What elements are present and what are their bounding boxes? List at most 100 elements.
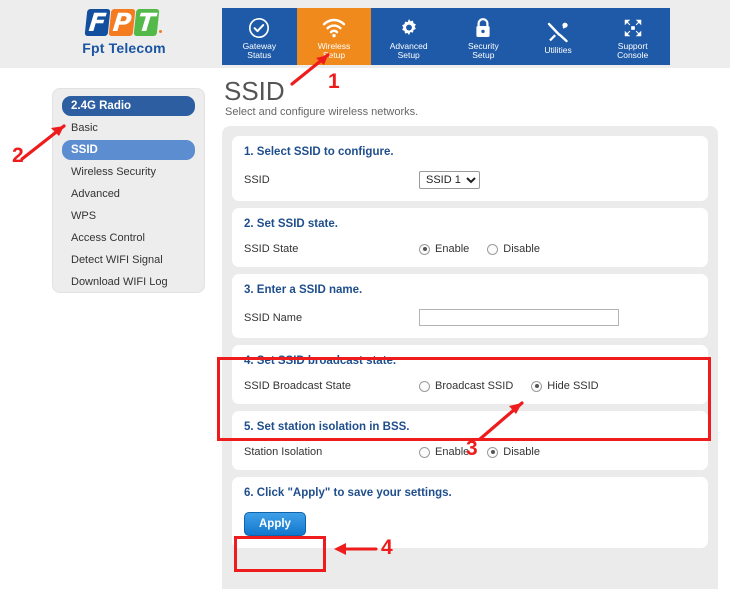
sidebar-item-wireless-security[interactable]: Wireless Security — [62, 162, 195, 182]
sidebar-item-24g-radio[interactable]: 2.4G Radio — [62, 96, 195, 116]
radio-dot-icon — [487, 243, 499, 255]
nav-label-line1: Utilities — [544, 45, 572, 56]
nav-tab-wireless-setup[interactable]: Wireless Setup — [296, 8, 372, 65]
ssid-state-radios: Enable Disable — [419, 243, 540, 255]
section-title: 5. Set station isolation in BSS. — [244, 421, 410, 433]
ssid-broadcast-radios: Broadcast SSID Hide SSID — [419, 380, 599, 392]
nav-tab-security-setup[interactable]: Security Setup — [446, 8, 521, 65]
nav-label-line2: Setup — [397, 50, 420, 60]
nav-tab-label: Support Console — [617, 40, 649, 61]
support-icon — [622, 17, 644, 39]
nav-label-line1: Wireless — [317, 40, 351, 51]
settings-panel: 1. Select SSID to configure. SSID SSID 1… — [222, 126, 718, 589]
nav-tab-label: Utilities — [544, 46, 571, 56]
radio-label: Disable — [503, 243, 540, 255]
ssid-state-label: SSID State — [244, 243, 299, 255]
radio-dot-icon — [419, 446, 430, 458]
page-title: SSID — [224, 76, 285, 106]
logo-letters: F P T — [76, 6, 172, 37]
nav-tab-label: Gateway Status — [242, 40, 277, 61]
radio-label: Broadcast SSID — [435, 380, 514, 392]
radio-label: Enable — [435, 243, 470, 255]
radio-ssid-state-enable[interactable]: Enable — [419, 243, 469, 255]
section-title: 4. Set SSID broadcast state. — [244, 355, 397, 367]
radio-dot-icon — [419, 380, 430, 392]
section-title: 6. Click "Apply" to save your settings. — [244, 487, 452, 499]
sidebar-item-download-wifi-log[interactable]: Download WIFI Log — [62, 272, 195, 292]
radio-station-isolation-disable[interactable]: Disable — [487, 446, 540, 458]
ssid-select-wrap: SSID 1 — [419, 171, 480, 189]
nav-label-line2: Setup — [322, 50, 346, 60]
nav-tab-support-console[interactable]: Support Console — [595, 8, 670, 65]
main-navigation: Gateway Status Wireless Setup Advanced Setu… — [222, 8, 670, 65]
gear-icon — [398, 17, 420, 39]
section-title: 1. Select SSID to configure. — [244, 146, 394, 158]
nav-label-line2: Setup — [472, 50, 495, 60]
radio-ssid-state-disable[interactable]: Disable — [487, 243, 540, 255]
station-isolation-radios: Enable Disable — [419, 446, 540, 458]
wireless-sidebar: 2.4G Radio Basic SSID Wireless Security … — [52, 88, 205, 293]
form-row: SSID SSID 1 — [244, 171, 696, 189]
station-isolation-label: Station Isolation — [244, 446, 323, 458]
section-ssid-state: 2. Set SSID state. SSID State Enable Dis… — [232, 208, 708, 267]
radio-label: Enable — [435, 446, 470, 458]
tools-icon — [546, 21, 570, 43]
section-title: 3. Enter a SSID name. — [244, 284, 363, 296]
logo-letter-t: T — [133, 8, 160, 37]
radio-station-isolation-enable[interactable]: Enable — [419, 446, 469, 458]
nav-label-line1: Support — [617, 40, 648, 51]
sidebar-item-basic[interactable]: Basic — [62, 118, 195, 138]
section-ssid-name: 3. Enter a SSID name. SSID Name — [232, 274, 708, 338]
ssid-select[interactable]: SSID 1 — [419, 171, 480, 189]
nav-label-line1: Security — [467, 40, 499, 51]
form-row: Apply — [244, 512, 696, 536]
nav-tab-gateway-status[interactable]: Gateway Status — [222, 8, 297, 65]
annotation-number-4: 4 — [381, 536, 393, 559]
form-row: SSID State Enable Disable — [244, 243, 696, 255]
nav-tab-label: Advanced Setup — [389, 40, 428, 61]
section-apply: 6. Click "Apply" to save your settings. … — [232, 477, 708, 548]
logo-wordmark: Fpt Telecom — [82, 40, 166, 56]
nav-label-line1: Gateway — [242, 40, 277, 51]
ssid-name-input[interactable] — [419, 309, 619, 326]
nav-tab-label: Security Setup — [467, 40, 499, 61]
check-circle-icon — [248, 17, 270, 39]
radio-hide-ssid[interactable]: Hide SSID — [531, 380, 599, 392]
radio-dot-icon — [531, 380, 543, 392]
sidebar-item-advanced[interactable]: Advanced — [62, 184, 195, 204]
ssid-broadcast-label: SSID Broadcast State — [244, 380, 351, 392]
wifi-icon — [322, 17, 346, 39]
section-title: 2. Set SSID state. — [244, 218, 338, 230]
sidebar-item-ssid[interactable]: SSID — [62, 140, 195, 160]
ssid-label: SSID — [244, 174, 270, 186]
fpt-logo: F P T Fpt Telecom — [76, 6, 172, 62]
nav-tab-utilities[interactable]: Utilities — [521, 8, 596, 65]
radio-dot-icon — [487, 446, 499, 458]
ssid-name-label: SSID Name — [244, 311, 303, 324]
page-subtitle: Select and configure wireless networks. — [225, 106, 419, 118]
section-ssid-broadcast-state: 4. Set SSID broadcast state. SSID Broadc… — [232, 345, 708, 404]
annotation-number-1: 1 — [328, 70, 340, 93]
sidebar-item-wps[interactable]: WPS — [62, 206, 195, 226]
logo-letter-p: P — [108, 8, 136, 37]
sidebar-item-detect-wifi-signal[interactable]: Detect WIFI Signal — [62, 250, 195, 270]
annotation-number-2: 2 — [12, 144, 24, 167]
annotation-number-3: 3 — [466, 437, 478, 460]
logo-letter-f: F — [84, 8, 111, 37]
apply-button[interactable]: Apply — [244, 512, 306, 536]
radio-broadcast-ssid[interactable]: Broadcast SSID — [419, 380, 513, 392]
sidebar-item-access-control[interactable]: Access Control — [62, 228, 195, 248]
nav-tab-label: Wireless Setup — [317, 40, 351, 61]
section-select-ssid: 1. Select SSID to configure. SSID SSID 1 — [232, 136, 708, 201]
radio-label: Hide SSID — [547, 380, 599, 392]
lock-icon — [474, 17, 492, 39]
form-row: SSID Broadcast State Broadcast SSID Hide… — [244, 380, 696, 392]
nav-tab-advanced-setup[interactable]: Advanced Setup — [371, 8, 446, 65]
nav-label-line2: Status — [247, 50, 272, 60]
ssid-name-wrap — [419, 309, 619, 326]
form-row: SSID Name — [244, 309, 696, 326]
nav-label-line2: Console — [617, 50, 649, 60]
radio-label: Disable — [503, 446, 540, 458]
logo-dot — [159, 30, 163, 33]
nav-label-line1: Advanced — [389, 40, 428, 51]
